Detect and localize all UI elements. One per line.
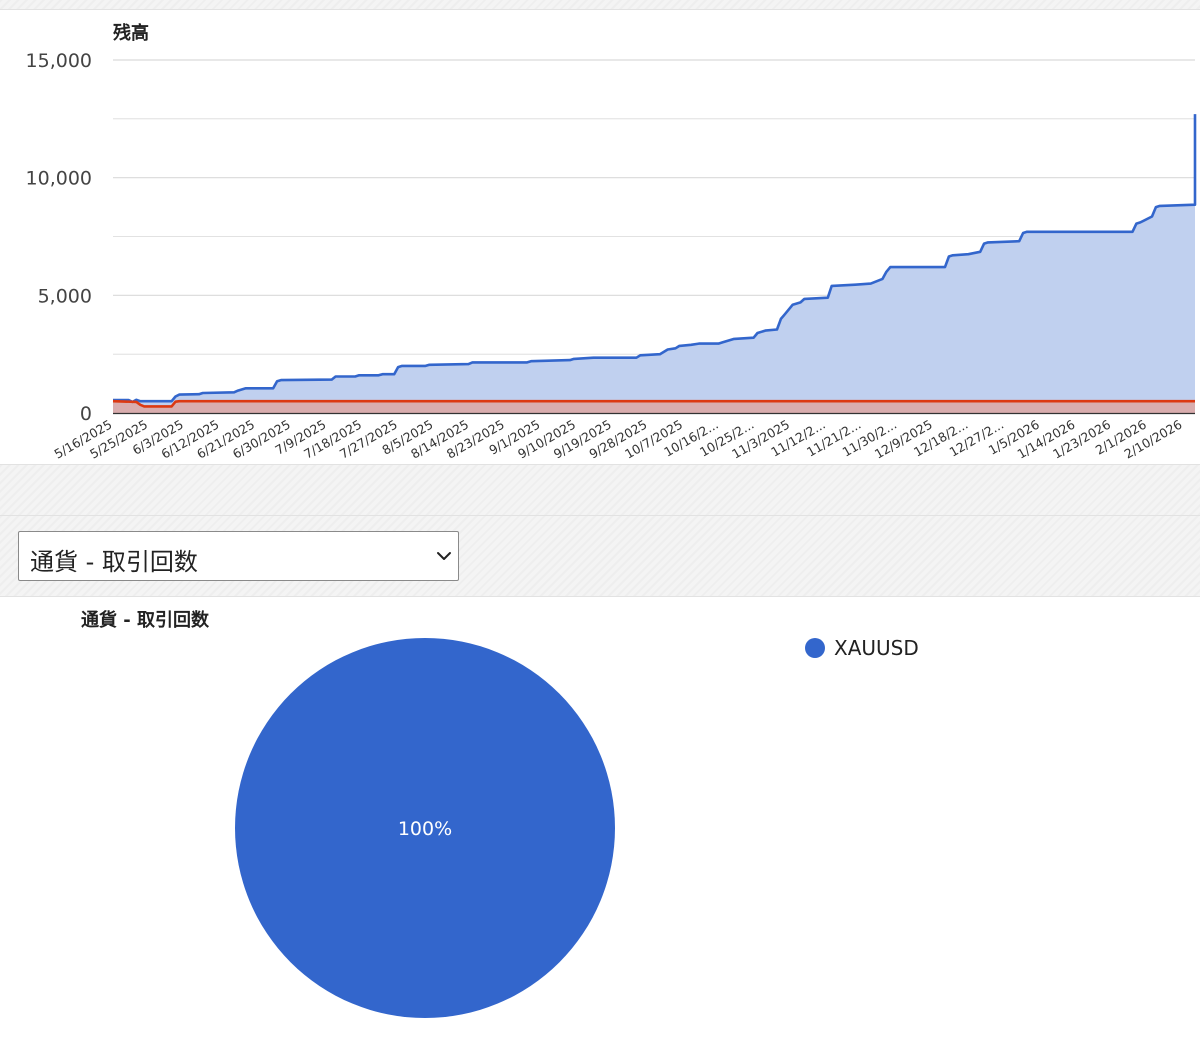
pie-chart-panel: 通貨 - 取引回数 100% XAUUSD: [0, 597, 1200, 1047]
x-tick-labels: 5/16/20255/25/20256/3/20256/12/20256/21/…: [51, 417, 1184, 462]
metric-select[interactable]: 通貨 - 取引回数: [18, 531, 459, 581]
pie-slices: 100%: [235, 638, 615, 1018]
legend-label: XAUUSD: [834, 636, 919, 660]
chart-title: 残高: [113, 22, 149, 44]
y-tick-label: 15,000: [26, 50, 92, 72]
y-tick-label: 10,000: [26, 168, 92, 190]
chevron-down-icon: [437, 552, 451, 560]
series-areas: [113, 114, 1195, 413]
top-strip: [0, 0, 1200, 10]
balance-chart: 0 5,000 10,000 15,000 5/16/20255/25/20256/3…: [26, 22, 1197, 462]
select-bar: 通貨 - 取引回数: [0, 516, 1200, 597]
pie-slice-label: 100%: [398, 818, 452, 840]
y-tick-label: 5,000: [38, 285, 92, 307]
balance-chart-panel: 0 5,000 10,000 15,000 5/16/2025 5/25/2025 6/3…: [0, 10, 1200, 465]
series-area: [113, 401, 1195, 413]
y-tick-labels: 0 5,000 10,000 15,000: [26, 50, 92, 425]
series-area: [113, 114, 1195, 413]
pie-chart: 通貨 - 取引回数 100% XAUUSD: [81, 609, 919, 1018]
pie-title: 通貨 - 取引回数: [81, 609, 210, 631]
y-tick-label: 0: [80, 403, 92, 425]
legend-swatch: [805, 638, 825, 658]
pie-legend: XAUUSD: [805, 636, 919, 660]
metric-select-value: 通貨 - 取引回数: [30, 548, 198, 576]
separator-strip: [0, 465, 1200, 516]
